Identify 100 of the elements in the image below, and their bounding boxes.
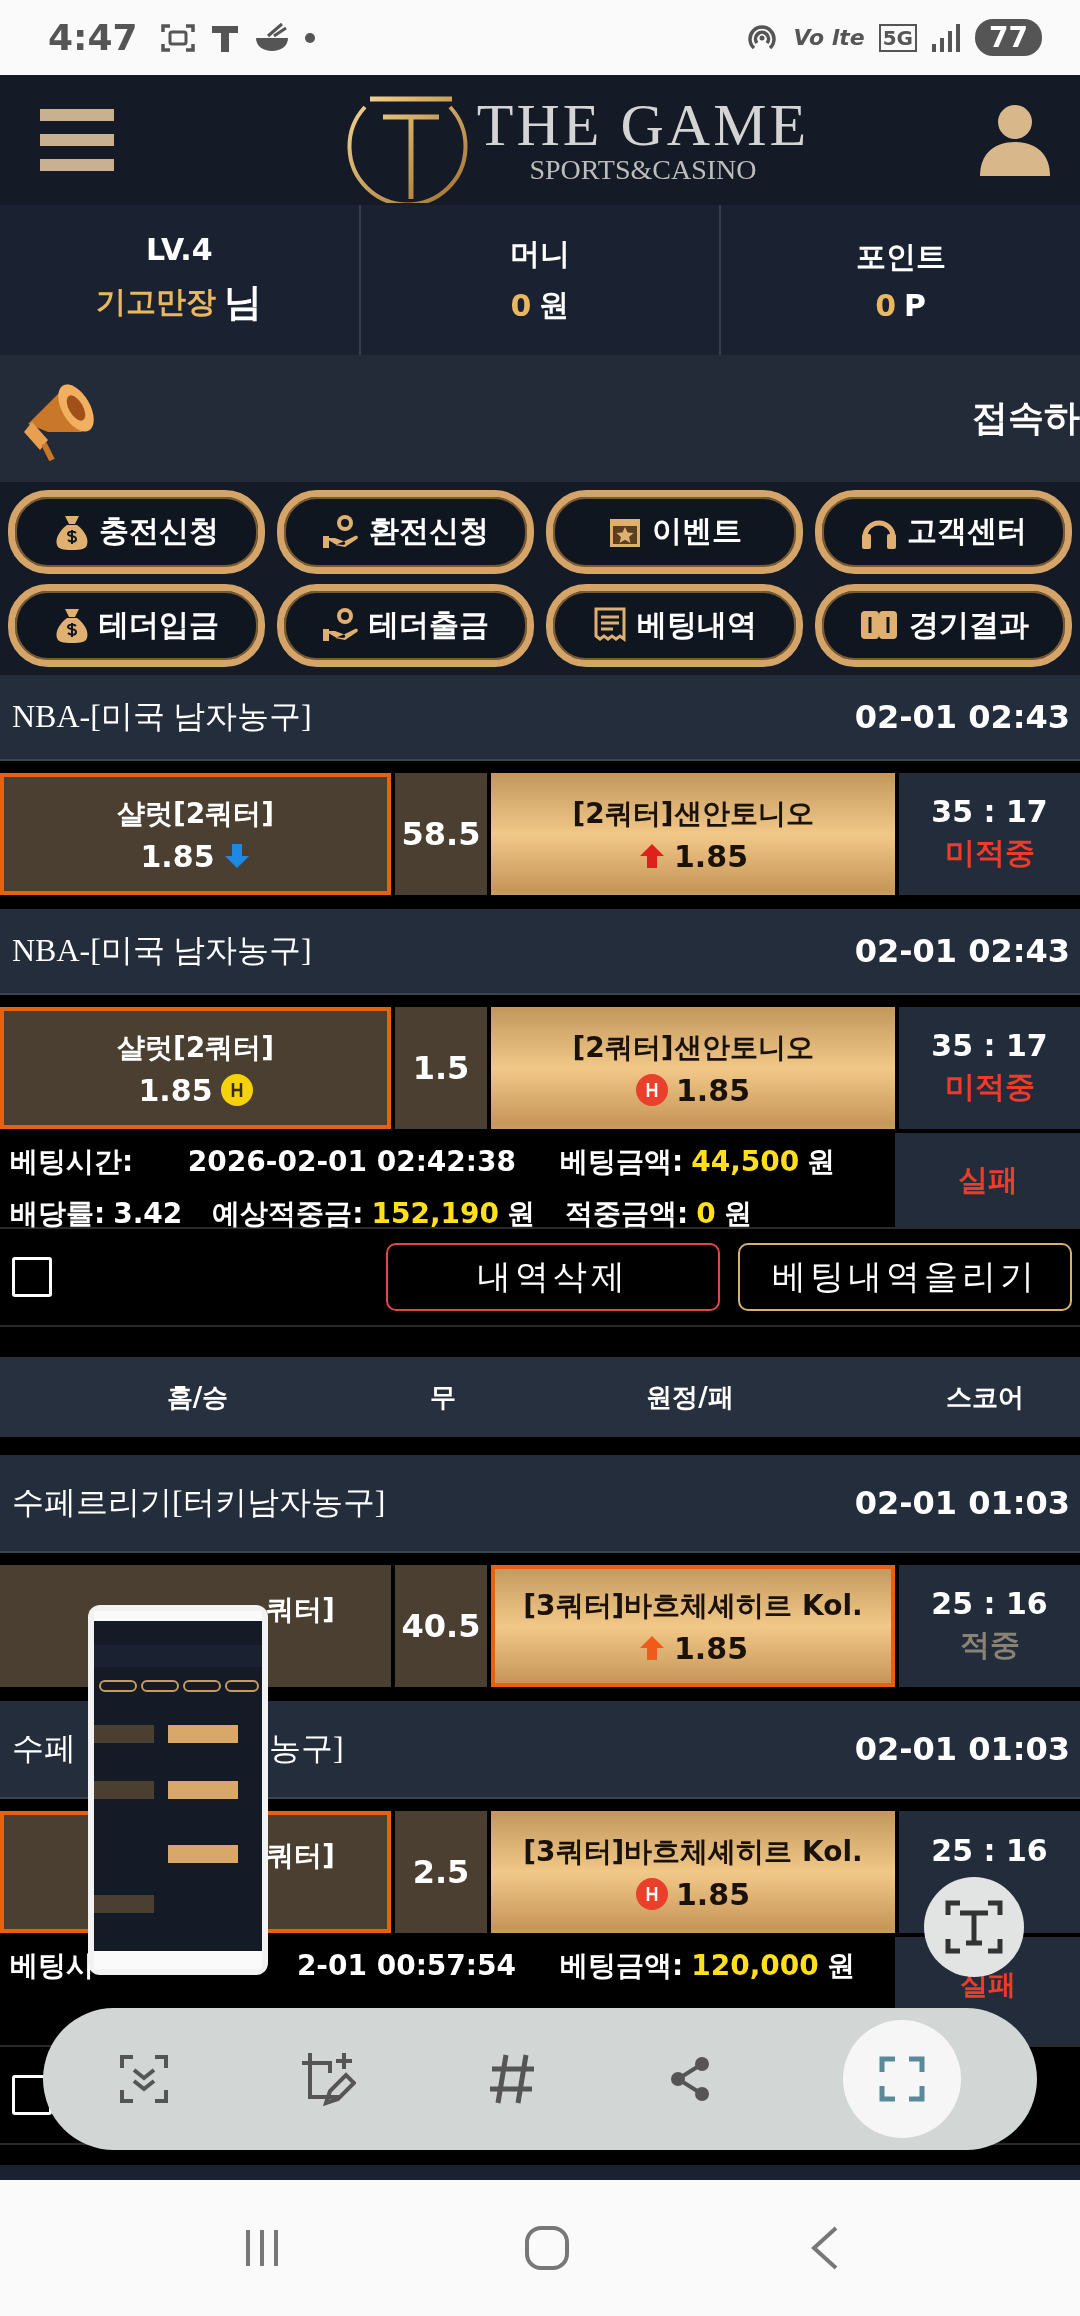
stat-value: 기고만장	[96, 283, 217, 321]
stat-label: LV.4	[146, 232, 213, 267]
scroll-capture-icon[interactable]	[118, 2054, 169, 2104]
action-button[interactable]: 베팅내역올리기	[738, 1243, 1072, 1311]
signal-icon	[931, 21, 962, 54]
info-unit: 원	[826, 1948, 855, 1984]
money-bag-icon	[54, 513, 89, 550]
screenshot-icon	[159, 21, 196, 54]
league-name: NBA-[미국 남자농구]	[12, 697, 312, 736]
team-name: 쿼터]	[266, 1592, 335, 1628]
stat-unit: 원	[539, 286, 570, 324]
team-name: 샬럿[2쿼터]	[116, 795, 275, 832]
column-header: 무	[428, 1380, 457, 1414]
hand-coin-icon	[322, 607, 359, 644]
away-odds-cell[interactable]: [3쿼터]바흐체셰히르 Kol. 1.85	[491, 1811, 895, 1933]
info-label: 베팅시간:	[10, 1144, 134, 1180]
menu-icon[interactable]	[40, 109, 114, 171]
away-odds-cell[interactable]: [2쿼터]샌안토니오 1.85	[491, 773, 895, 895]
home-icon[interactable]	[524, 2225, 570, 2271]
receipt-icon	[592, 607, 627, 644]
info-label: 베팅시	[10, 1948, 94, 1984]
team-name: 쿼터]	[266, 1838, 335, 1874]
odds-value: 1.85	[676, 1072, 750, 1108]
score-text: 35 : 17	[931, 794, 1048, 829]
team-name: 샬럿[2쿼터]	[116, 1029, 275, 1066]
action-button[interactable]: 내역삭제	[386, 1243, 720, 1311]
score-text: 25 : 16	[931, 1586, 1048, 1621]
info-value: 152,190	[371, 1197, 500, 1230]
screenshot-preview-toast[interactable]	[88, 1605, 268, 1975]
dot-icon	[303, 31, 316, 44]
hand-coin-icon	[322, 513, 359, 550]
score-text: 25 : 16	[931, 1833, 1048, 1868]
team-name: [2쿼터]샌안토니오	[572, 1029, 814, 1066]
league-name: NBA-[미국 남자농구]	[12, 931, 312, 970]
odds-value: 1.85	[674, 1630, 748, 1666]
menu-button[interactable]: 경기결과	[815, 583, 1072, 667]
odds-value: 1.85	[140, 838, 215, 874]
info-label: 배당률:	[10, 1196, 106, 1232]
back-icon[interactable]	[810, 2225, 840, 2271]
info-value: 44,500	[691, 1145, 800, 1178]
stat-unit: 님	[224, 279, 263, 326]
menu-button[interactable]: 베팅내역	[546, 583, 803, 667]
info-label: 베팅금액:	[560, 1144, 684, 1180]
home-odds-cell[interactable]: 샬럿[2쿼터] 1.85	[0, 773, 391, 895]
team-name: [3쿼터]바흐체셰히르 Kol.	[523, 1587, 863, 1624]
team-name: [2쿼터]샌안토니오	[572, 795, 814, 832]
away-odds-cell[interactable]: [3쿼터]바흐체셰히르 Kol. 1.85	[491, 1565, 895, 1687]
info-label: 예상적중금:	[212, 1196, 364, 1232]
user-icon[interactable]	[980, 104, 1050, 176]
status-cell: 실패	[895, 1133, 1080, 1227]
hashtag-icon[interactable]	[488, 2053, 536, 2105]
menu-button[interactable]: 이벤트	[546, 490, 803, 574]
bowl-icon	[253, 21, 290, 54]
text-scan-icon	[944, 1899, 1004, 1955]
line-cell: 2.5	[395, 1811, 487, 1933]
line-cell: 40.5	[395, 1565, 487, 1687]
checkbox[interactable]	[12, 1257, 52, 1297]
info-value: 3.42	[113, 1197, 183, 1230]
home-odds-cell[interactable]: 샬럿[2쿼터] 1.85	[0, 1007, 391, 1129]
odds-value: 1.85	[138, 1072, 213, 1108]
info-label: 베팅금액:	[560, 1948, 684, 1984]
info-unit: 원	[723, 1196, 752, 1232]
league-name: 수페	[12, 1729, 77, 1768]
menu-button[interactable]: 테더입금	[8, 583, 265, 667]
match-time: 02-01 02:43	[854, 698, 1070, 736]
match-time: 02-01 01:03	[854, 1484, 1070, 1522]
info-value: 120,000	[691, 1949, 819, 1982]
menu-button[interactable]: 고객센터	[815, 490, 1072, 574]
stat-label: 머니	[510, 235, 570, 273]
column-header: 스코어	[945, 1380, 1025, 1414]
away-odds-cell[interactable]: [2쿼터]샌안토니오 1.85	[491, 1007, 895, 1129]
money-bag-icon	[54, 607, 89, 644]
stat-label: 포인트	[855, 238, 946, 276]
menu-button[interactable]: 충전신청	[8, 490, 265, 574]
stat-value: 0	[875, 288, 897, 323]
league-name: 수페르리기[터키남자농구]	[12, 1483, 386, 1522]
capture-frame-icon	[879, 2056, 926, 2102]
brand-name: THE GAME	[476, 94, 810, 155]
result-text: 미적중	[944, 834, 1035, 872]
edit-icon[interactable]	[300, 2051, 357, 2107]
result-text: 미적중	[944, 1068, 1035, 1106]
match-time: 02-01 02:43	[854, 932, 1070, 970]
match-time: 02-01 01:03	[854, 1730, 1070, 1768]
line-cell: 1.5	[395, 1007, 487, 1129]
column-header: 원정/패	[645, 1380, 735, 1414]
info-label: 적중금액:	[565, 1196, 689, 1232]
info-value: 2026-02-01 02:42:38	[187, 1145, 516, 1178]
team-name: [3쿼터]바흐체셰히르 Kol.	[523, 1833, 863, 1870]
league-name: 농구]	[269, 1729, 344, 1768]
notice-text: 접속하	[972, 396, 1080, 440]
menu-button[interactable]: 테더출금	[277, 583, 534, 667]
clock: 4:47	[48, 17, 138, 58]
odds-value: 1.85	[674, 838, 748, 874]
result-text: 적중	[959, 1626, 1020, 1664]
column-header: 홈/승	[165, 1380, 230, 1414]
info-unit: 원	[507, 1196, 536, 1232]
score-text: 35 : 17	[931, 1028, 1048, 1063]
cards-icon	[858, 609, 899, 642]
stat-value: 0	[510, 288, 532, 323]
info-value: 2-01 00:57:54	[296, 1949, 516, 1982]
